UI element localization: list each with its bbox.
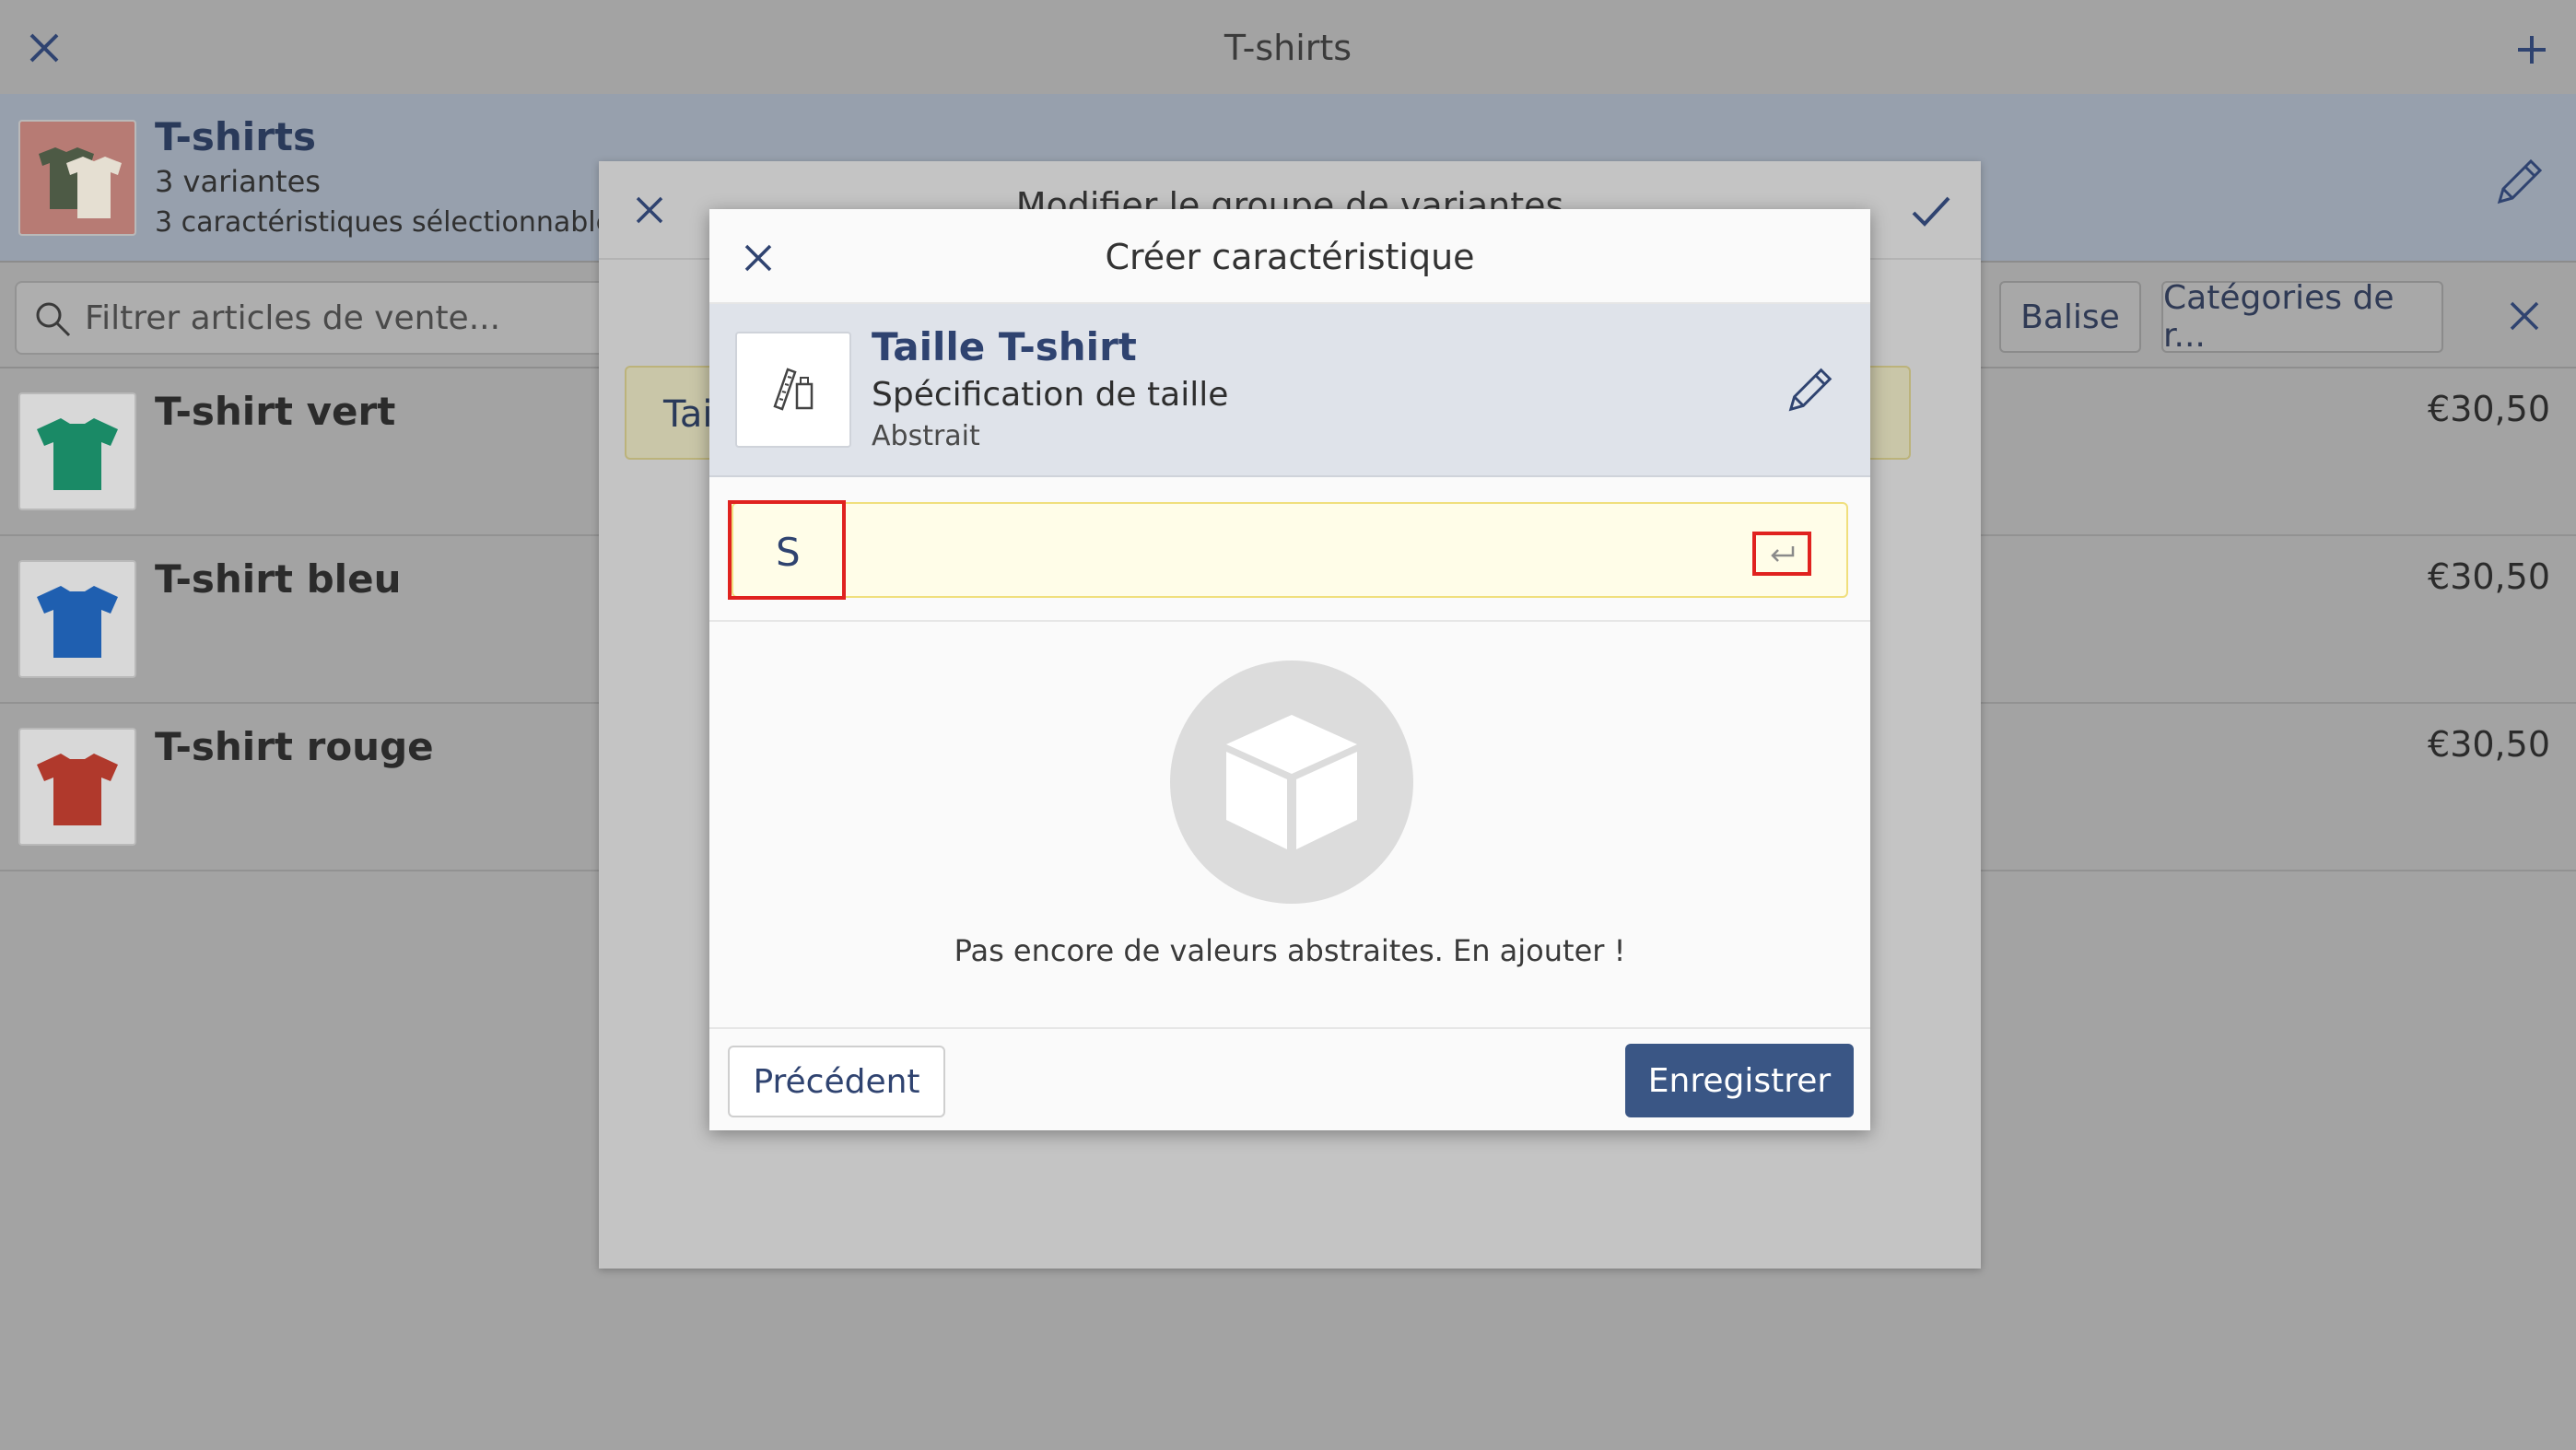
characteristic-name: Taille T-shirt [872, 324, 1137, 369]
product-thumbnail [18, 560, 136, 678]
edit-pencil-icon[interactable] [1778, 357, 1843, 422]
group-name: T-shirts [155, 114, 316, 159]
product-price: €30,50 [2428, 389, 2550, 429]
empty-box-icon [1170, 661, 1413, 904]
empty-state-message: Pas encore de valeurs abstraites. En ajo… [954, 933, 1626, 968]
enter-return-icon[interactable] [1752, 532, 1811, 576]
dialog-footer: Précédent Enregistrer [709, 1027, 1870, 1130]
product-name: T-shirt bleu [155, 556, 402, 602]
clear-filter-icon[interactable] [2499, 290, 2550, 342]
characteristic-subtitle: Spécification de taille [872, 376, 1229, 414]
previous-button[interactable]: Précédent [728, 1046, 945, 1117]
page-title: T-shirts [1224, 28, 1352, 68]
characteristic-card: Taille T-shirt Spécification de taille A… [709, 304, 1870, 477]
characteristic-kind: Abstrait [872, 420, 980, 452]
category-filter-chip[interactable]: Catégories de r... [2161, 279, 2443, 355]
save-button[interactable]: Enregistrer [1625, 1044, 1854, 1117]
selectable-count: 3 caractéristiques sélectionnables [155, 206, 627, 239]
dialog-header: Créer caractéristique [709, 209, 1870, 304]
variant-count: 3 variantes [155, 164, 321, 199]
add-icon[interactable] [2506, 24, 2558, 76]
dialog-title: Créer caractéristique [1105, 237, 1475, 277]
abstract-value-input[interactable]: S [728, 500, 1848, 600]
confirm-check-icon[interactable] [1905, 185, 1957, 237]
filter-input[interactable]: Filtrer articles de vente... [15, 281, 623, 355]
product-thumbnail [18, 392, 136, 510]
product-price: €30,50 [2428, 724, 2550, 765]
product-price: €30,50 [2428, 556, 2550, 597]
create-characteristic-dialog: Créer caractéristique Taille T-shirt Spé… [709, 209, 1870, 1130]
filter-placeholder: Filtrer articles de vente... [85, 299, 501, 337]
characteristic-tag-label: Tai [663, 393, 713, 436]
product-name: T-shirt vert [155, 389, 396, 434]
divider [709, 620, 1870, 622]
edit-pencil-icon[interactable] [2488, 149, 2552, 214]
product-name: T-shirt rouge [155, 724, 434, 769]
product-thumbnail [18, 728, 136, 846]
size-measure-icon [735, 332, 851, 448]
tag-filter-chip[interactable]: Balise [1999, 281, 2141, 353]
group-thumbnail [18, 120, 136, 236]
highlight-box [728, 500, 846, 600]
top-bar: T-shirts [0, 0, 2576, 94]
search-icon [29, 296, 76, 342]
